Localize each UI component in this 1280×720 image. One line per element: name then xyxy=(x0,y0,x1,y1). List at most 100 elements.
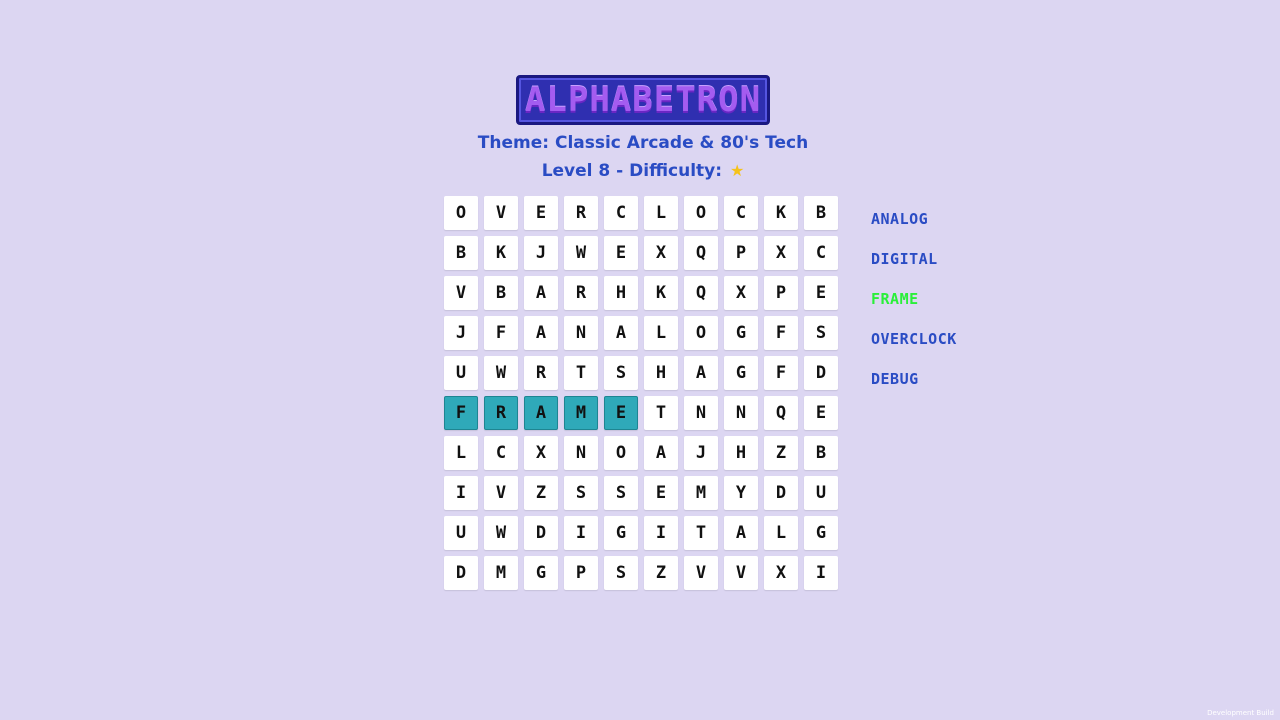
grid-cell[interactable]: V xyxy=(444,276,478,310)
grid-cell[interactable]: N xyxy=(684,396,718,430)
letter-grid[interactable]: OVERCLOCKBBKJWEXQPXCVBARHKQXPEJFANALOGFS… xyxy=(444,196,838,590)
grid-cell[interactable]: X xyxy=(644,236,678,270)
grid-cell[interactable]: M xyxy=(484,556,518,590)
grid-cell[interactable]: C xyxy=(604,196,638,230)
grid-cell[interactable]: D xyxy=(764,476,798,510)
grid-cell[interactable]: T xyxy=(644,396,678,430)
grid-cell[interactable]: G xyxy=(724,356,758,390)
grid-cell[interactable]: O xyxy=(684,196,718,230)
grid-cell[interactable]: J xyxy=(684,436,718,470)
grid-cell[interactable]: C xyxy=(484,436,518,470)
grid-cell[interactable]: R xyxy=(484,396,518,430)
grid-cell[interactable]: L xyxy=(644,196,678,230)
grid-cell[interactable]: L xyxy=(644,316,678,350)
grid-cell[interactable]: A xyxy=(524,276,558,310)
grid-cell[interactable]: J xyxy=(524,236,558,270)
grid-cell[interactable]: W xyxy=(484,516,518,550)
grid-cell[interactable]: Z xyxy=(764,436,798,470)
grid-cell[interactable]: R xyxy=(564,276,598,310)
grid-cell[interactable]: L xyxy=(444,436,478,470)
grid-cell[interactable]: P xyxy=(724,236,758,270)
grid-cell[interactable]: X xyxy=(764,236,798,270)
grid-cell[interactable]: G xyxy=(524,556,558,590)
grid-cell[interactable]: H xyxy=(604,276,638,310)
grid-cell[interactable]: I xyxy=(644,516,678,550)
grid-cell[interactable]: E xyxy=(524,196,558,230)
grid-cell[interactable]: W xyxy=(564,236,598,270)
grid-cell[interactable]: V xyxy=(684,556,718,590)
grid-cell[interactable]: O xyxy=(684,316,718,350)
grid-cell[interactable]: B xyxy=(444,236,478,270)
grid-cell[interactable]: Z xyxy=(644,556,678,590)
grid-cell[interactable]: Q xyxy=(684,236,718,270)
grid-cell[interactable]: I xyxy=(444,476,478,510)
grid-cell[interactable]: D xyxy=(524,516,558,550)
grid-cell[interactable]: N xyxy=(564,316,598,350)
grid-cell[interactable]: A xyxy=(644,436,678,470)
grid-cell[interactable]: H xyxy=(644,356,678,390)
grid-cell[interactable]: Q xyxy=(684,276,718,310)
grid-cell[interactable]: T xyxy=(564,356,598,390)
grid-cell[interactable]: A xyxy=(524,316,558,350)
grid-cell[interactable]: A xyxy=(724,516,758,550)
grid-cell[interactable]: A xyxy=(524,396,558,430)
grid-cell[interactable]: U xyxy=(804,476,838,510)
grid-cell[interactable]: U xyxy=(444,516,478,550)
grid-cell[interactable]: T xyxy=(684,516,718,550)
grid-cell[interactable]: C xyxy=(724,196,758,230)
grid-cell[interactable]: P xyxy=(764,276,798,310)
grid-cell[interactable]: V xyxy=(484,196,518,230)
grid-cell[interactable]: X xyxy=(764,556,798,590)
grid-cell[interactable]: A xyxy=(684,356,718,390)
grid-cell[interactable]: M xyxy=(684,476,718,510)
grid-cell[interactable]: E xyxy=(804,276,838,310)
grid-cell[interactable]: S xyxy=(604,556,638,590)
grid-cell[interactable]: W xyxy=(484,356,518,390)
grid-cell[interactable]: I xyxy=(564,516,598,550)
grid-cell[interactable]: G xyxy=(804,516,838,550)
grid-cell[interactable]: K xyxy=(644,276,678,310)
grid-cell[interactable]: V xyxy=(724,556,758,590)
grid-cell[interactable]: O xyxy=(604,436,638,470)
grid-cell[interactable]: G xyxy=(724,316,758,350)
grid-cell[interactable]: G xyxy=(604,516,638,550)
grid-cell[interactable]: J xyxy=(444,316,478,350)
grid-cell[interactable]: H xyxy=(724,436,758,470)
grid-cell[interactable]: B xyxy=(804,436,838,470)
grid-cell[interactable]: C xyxy=(804,236,838,270)
grid-cell[interactable]: Z xyxy=(524,476,558,510)
grid-cell[interactable]: D xyxy=(804,356,838,390)
grid-cell[interactable]: F xyxy=(484,316,518,350)
grid-cell[interactable]: F xyxy=(764,316,798,350)
grid-cell[interactable]: R xyxy=(564,196,598,230)
grid-cell[interactable]: V xyxy=(484,476,518,510)
grid-cell[interactable]: S xyxy=(604,476,638,510)
grid-cell[interactable]: L xyxy=(764,516,798,550)
grid-cell[interactable]: K xyxy=(764,196,798,230)
grid-cell[interactable]: S xyxy=(564,476,598,510)
grid-cell[interactable]: Q xyxy=(764,396,798,430)
grid-cell[interactable]: D xyxy=(444,556,478,590)
grid-cell[interactable]: F xyxy=(444,396,478,430)
grid-cell[interactable]: I xyxy=(804,556,838,590)
grid-cell[interactable]: X xyxy=(524,436,558,470)
grid-cell[interactable]: S xyxy=(604,356,638,390)
grid-cell[interactable]: N xyxy=(564,436,598,470)
grid-cell[interactable]: N xyxy=(724,396,758,430)
grid-cell[interactable]: M xyxy=(564,396,598,430)
grid-cell[interactable]: P xyxy=(564,556,598,590)
grid-cell[interactable]: A xyxy=(604,316,638,350)
grid-cell[interactable]: E xyxy=(604,236,638,270)
grid-cell[interactable]: E xyxy=(804,396,838,430)
grid-cell[interactable]: Y xyxy=(724,476,758,510)
grid-cell[interactable]: B xyxy=(484,276,518,310)
grid-cell[interactable]: F xyxy=(764,356,798,390)
grid-cell[interactable]: S xyxy=(804,316,838,350)
grid-cell[interactable]: X xyxy=(724,276,758,310)
grid-cell[interactable]: O xyxy=(444,196,478,230)
grid-cell[interactable]: B xyxy=(804,196,838,230)
grid-cell[interactable]: R xyxy=(524,356,558,390)
grid-cell[interactable]: E xyxy=(644,476,678,510)
grid-cell[interactable]: K xyxy=(484,236,518,270)
grid-cell[interactable]: U xyxy=(444,356,478,390)
